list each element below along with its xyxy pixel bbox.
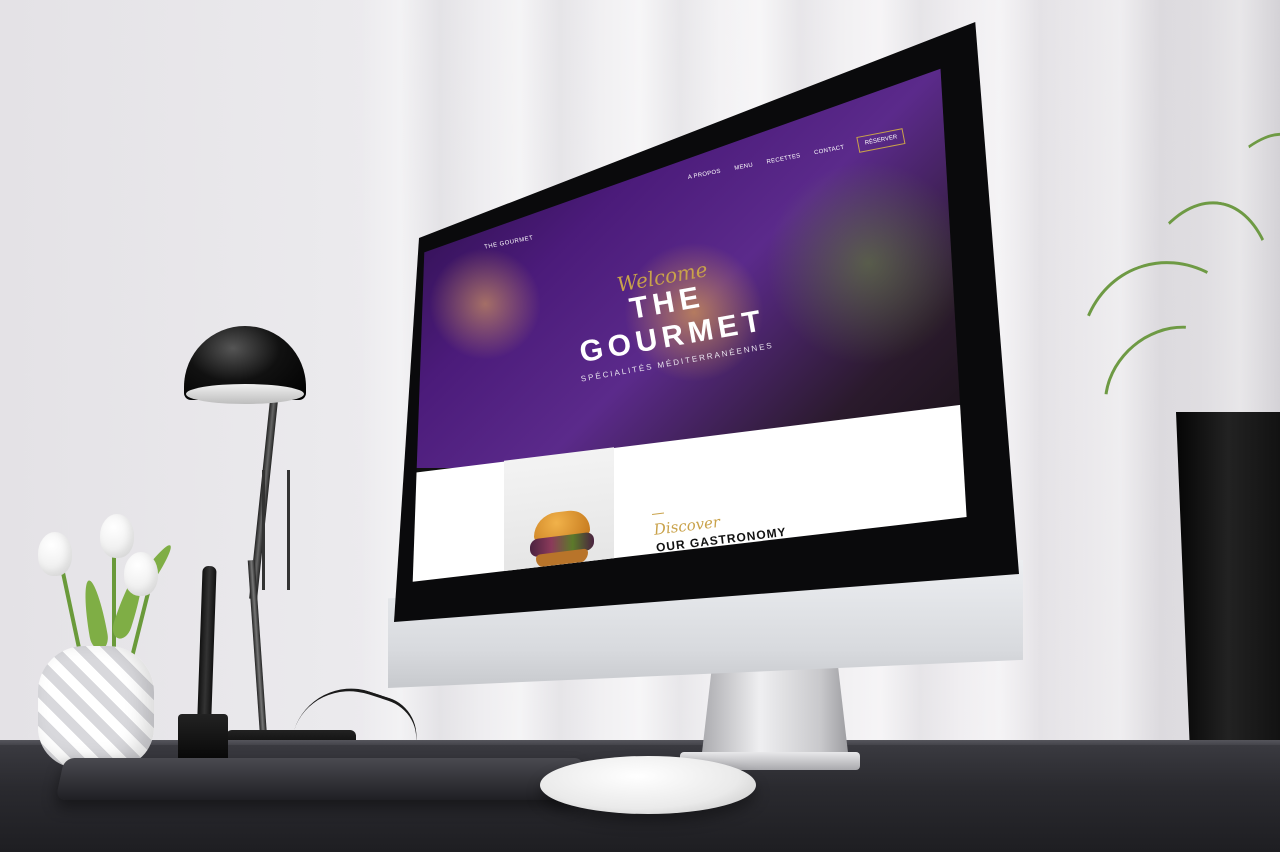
nav-item-recettes[interactable]: RECETTES: [766, 153, 801, 165]
keyboard: [55, 758, 585, 800]
desk-lamp-rim: [186, 384, 304, 404]
tulip-flower: [38, 532, 72, 576]
accent-dash: [652, 512, 665, 515]
lamp-spring: [262, 470, 290, 590]
plant-pot: [1176, 412, 1280, 792]
mouse: [540, 756, 756, 814]
nav-item-a-propos[interactable]: A PROPOS: [687, 169, 721, 181]
tulip-leaf: [80, 578, 110, 652]
stylus-pen: [197, 565, 217, 717]
tulip-flower: [124, 552, 158, 596]
nav-item-menu[interactable]: MENU: [734, 162, 754, 171]
nav-item-contact[interactable]: CONTACT: [814, 145, 845, 157]
white-vase: [38, 646, 154, 768]
tulip-flower: [100, 514, 134, 558]
